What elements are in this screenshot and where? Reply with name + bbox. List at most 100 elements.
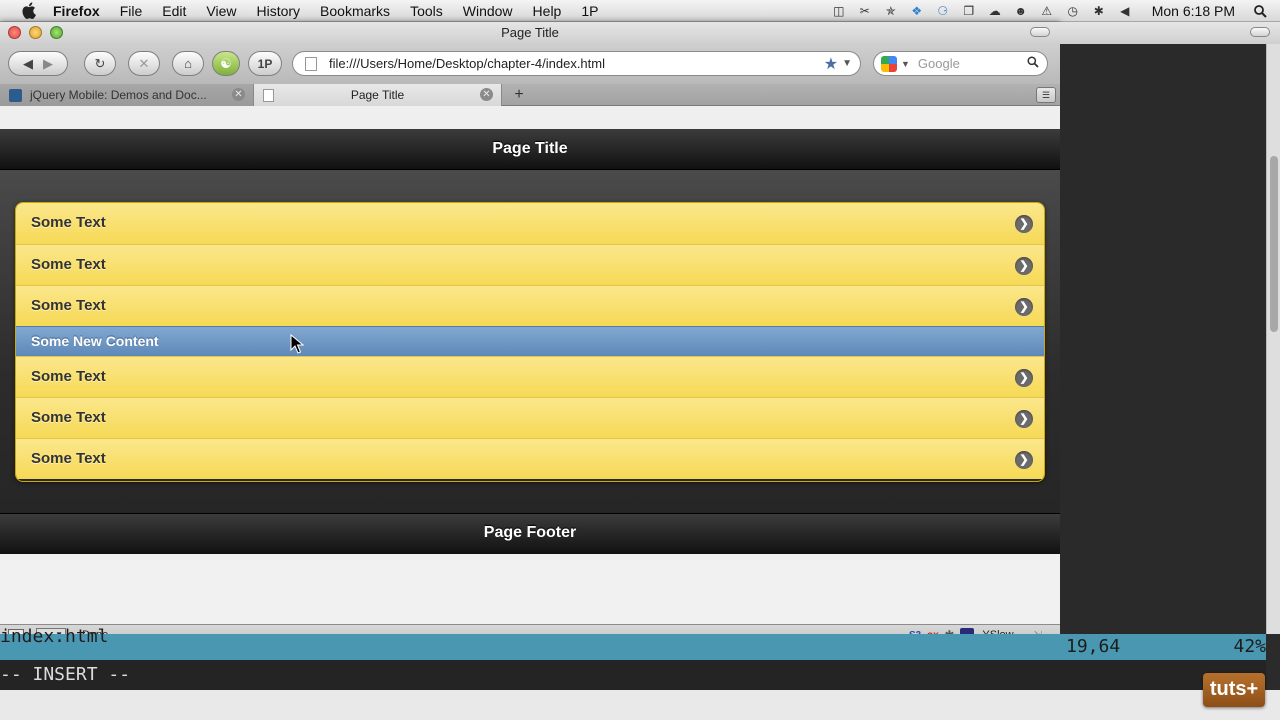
bookmark-star-icon[interactable]: ★ [824, 54, 838, 74]
menu-window[interactable]: Window [453, 0, 523, 22]
page-content: Some Text ❯ Some Text ❯ Some Text ❯ Some… [0, 170, 1060, 513]
menu-history[interactable]: History [246, 0, 310, 22]
feed-button[interactable]: ☯ [212, 51, 240, 76]
list-item-label: Some Text [31, 214, 106, 231]
onepassword-button[interactable]: 1P [248, 51, 282, 76]
page-title: Page Title [492, 140, 568, 157]
menu-1password[interactable]: 1P [571, 0, 608, 22]
tab-bar: jQuery Mobile: Demos and Doc... ✕ Page T… [0, 84, 1060, 106]
reload-icon: ↻ [94, 55, 106, 71]
vim-mode-text: -- INSERT -- [0, 664, 131, 685]
cloud-icon[interactable]: ☁ [987, 4, 1003, 18]
firefox-window: Page Title ◀ ▶ ↻ ✕ ⌂ ☯ 1P file:///Users/… [0, 22, 1060, 644]
system-menubar: Firefox File Edit View History Bookmarks… [0, 0, 1280, 22]
close-tab-icon[interactable]: ✕ [232, 88, 245, 101]
alert-icon[interactable]: ⚠ [1039, 4, 1055, 18]
desktop-strip [0, 690, 1280, 720]
spotlight-search-icon[interactable] [1252, 4, 1268, 18]
arrow-right-icon: ❯ [1015, 215, 1033, 233]
close-window-icon[interactable] [8, 26, 21, 39]
window-titlebar: Page Title [0, 22, 1060, 44]
arrow-right-icon: ❯ [1015, 298, 1033, 316]
list-item[interactable]: Some Text ❯ [16, 356, 1044, 397]
feed-icon: ☯ [220, 55, 232, 71]
list-item-label: Some Text [31, 256, 106, 273]
home-button[interactable]: ⌂ [172, 51, 204, 76]
search-input[interactable]: Google [918, 56, 1027, 71]
menu-edit[interactable]: Edit [152, 0, 196, 22]
url-bar[interactable]: file:///Users/Home/Desktop/chapter-4/ind… [292, 51, 861, 76]
arrow-right-icon: ❯ [1015, 369, 1033, 387]
tab-label: Page Title [350, 88, 405, 102]
search-icon[interactable] [1027, 56, 1039, 71]
status-tray: ◫ ✂ ✯ ❖ ⚆ ❐ ☁ ☻ ⚠ ◷ ✱ ◀ Mon 6:18 PM [826, 0, 1280, 22]
vim-mode-line: -- INSERT -- [0, 660, 1266, 690]
search-engine-dropdown-icon[interactable]: ▼ [901, 59, 910, 69]
url-dropdown-icon[interactable]: ▼ [842, 58, 852, 69]
scissors-icon[interactable]: ✂ [857, 4, 873, 18]
video-camera-icon[interactable]: ◫ [831, 4, 847, 18]
home-icon: ⌂ [184, 56, 192, 71]
arrow-right-icon: ❯ [1015, 257, 1033, 275]
list-item-label: Some Text [31, 409, 106, 426]
time-machine-icon[interactable]: ◷ [1065, 4, 1081, 18]
back-arrow-icon[interactable]: ◀ [23, 56, 33, 72]
list-item[interactable]: Some Text ❯ [16, 203, 1044, 244]
bluetooth-icon[interactable]: ✱ [1091, 4, 1107, 18]
minimize-window-icon[interactable] [29, 26, 42, 39]
reload-button[interactable]: ↻ [84, 51, 116, 76]
list-item[interactable]: Some Text ❯ [16, 244, 1044, 285]
tuts-plus-logo: tuts+ [1203, 673, 1265, 707]
back-forward-group: ◀ ▶ [8, 51, 68, 76]
new-tab-button[interactable]: + [506, 84, 532, 106]
growl-icon[interactable]: ☻ [1013, 4, 1029, 18]
menu-help[interactable]: Help [523, 0, 572, 22]
close-tab-icon[interactable]: ✕ [480, 88, 493, 101]
url-text[interactable]: file:///Users/Home/Desktop/chapter-4/ind… [329, 56, 824, 71]
vim-filename: index.html [0, 626, 109, 647]
tab-page-title[interactable]: Page Title ✕ [254, 84, 502, 106]
scrollbar-thumb[interactable] [1270, 156, 1278, 332]
terminal-background [1060, 44, 1280, 634]
list-item-label: Some Text [31, 368, 106, 385]
dropbox-icon[interactable]: ❖ [909, 4, 925, 18]
menu-view[interactable]: View [196, 0, 246, 22]
stop-button[interactable]: ✕ [128, 51, 160, 76]
page-icon [305, 56, 317, 71]
list-item-label: Some Text [31, 297, 106, 314]
onepassword-label: 1P [257, 56, 273, 71]
menu-file[interactable]: File [110, 0, 153, 22]
fork-icon[interactable]: ✯ [883, 4, 899, 18]
terminal-scrollbar[interactable] [1266, 44, 1280, 634]
menu-bookmarks[interactable]: Bookmarks [310, 0, 400, 22]
list-all-tabs-button[interactable]: ☰ [1036, 87, 1056, 103]
list-item-label: Some Text [31, 450, 106, 467]
list-divider: Some New Content [16, 326, 1044, 356]
footer-title: Page Footer [483, 524, 577, 541]
tab-label: jQuery Mobile: Demos and Doc... [30, 88, 207, 102]
page-footer: Page Footer [0, 513, 1060, 554]
list-item[interactable]: Some Text ❯ [16, 285, 1044, 326]
arrow-right-icon: ❯ [1015, 451, 1033, 469]
zoom-window-icon[interactable] [50, 26, 63, 39]
sync-icon[interactable]: ⚆ [935, 4, 951, 18]
menu-tools[interactable]: Tools [400, 0, 453, 22]
window-icon[interactable]: ❐ [961, 4, 977, 18]
vim-file-percent: 42% [1233, 636, 1266, 657]
navigation-toolbar: ◀ ▶ ↻ ✕ ⌂ ☯ 1P file:///Users/Home/Deskto… [0, 44, 1060, 84]
list-item[interactable]: Some Text ❯ [16, 438, 1044, 479]
vim-status-line: index.html 19,64 42% [0, 626, 1266, 660]
menubar-clock[interactable]: Mon 6:18 PM [1152, 3, 1235, 19]
apple-menu-icon[interactable] [17, 0, 39, 22]
list-divider-label: Some New Content [31, 333, 159, 349]
list-item[interactable]: Some Text ❯ [16, 397, 1044, 438]
search-bar[interactable]: ▼ Google [873, 51, 1048, 76]
volume-icon[interactable]: ◀ [1117, 4, 1133, 18]
menu-app-name[interactable]: Firefox [53, 0, 110, 22]
forward-arrow-icon[interactable]: ▶ [43, 56, 53, 72]
page-viewport: Page Title Some Text ❯ Some Text ❯ Some … [0, 129, 1060, 644]
terminal-toolbar-toggle-button[interactable] [1250, 27, 1270, 37]
toolbar-toggle-button[interactable] [1030, 27, 1050, 37]
google-icon[interactable] [881, 55, 897, 72]
tab-jquery-mobile-demos[interactable]: jQuery Mobile: Demos and Doc... ✕ [0, 84, 254, 106]
